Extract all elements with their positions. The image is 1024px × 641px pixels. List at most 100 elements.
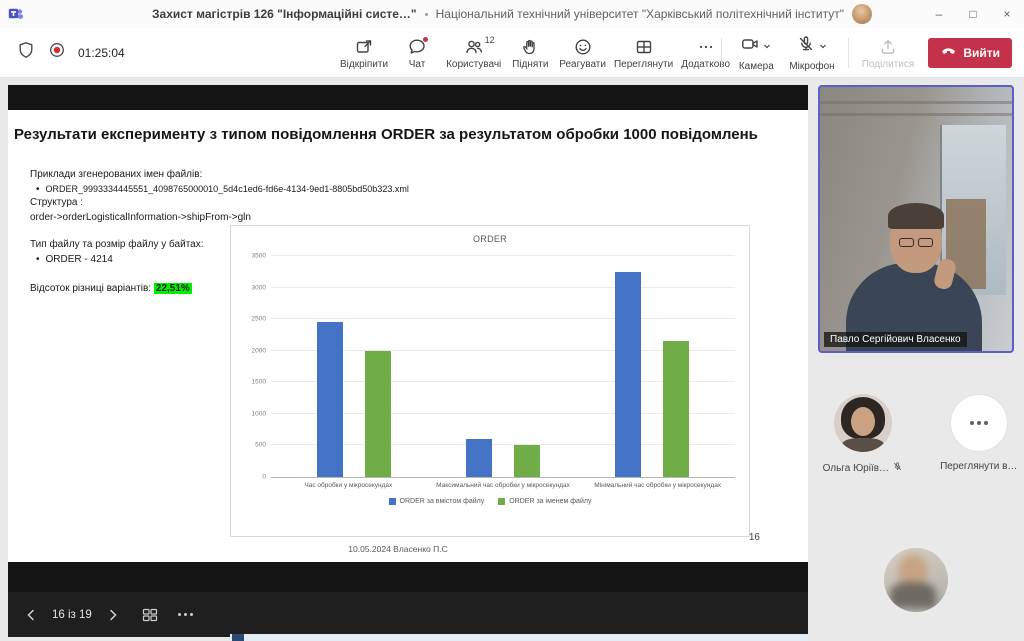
unpin-icon (354, 37, 374, 57)
leave-label: Вийти (963, 46, 1000, 60)
recording-indicator-icon (47, 40, 67, 65)
next-slide-button[interactable] (106, 608, 120, 622)
chart-x-labels: Час обробки у мікросекундахМаксимальний … (271, 482, 735, 489)
react-smiley-icon (573, 37, 593, 57)
microphone-chevron-down-icon[interactable] (818, 38, 828, 56)
unpin-label: Відкріпити (340, 59, 388, 70)
participant-olga[interactable]: Ольга Юріїв… (823, 394, 903, 475)
slide: Результати експерименту з типом повідомл… (8, 110, 808, 562)
presenter-video-tile[interactable]: Павло Сергійович Власенко (818, 85, 1014, 353)
raise-hand-icon (520, 37, 540, 57)
teams-meeting-window: Захист магістрів 126 "Інформаційні систе… (0, 0, 1024, 641)
taskbar-app-chip (232, 634, 244, 641)
more-ellipsis-icon (696, 37, 716, 57)
title-separator-dot (425, 13, 428, 16)
legend-item: ORDER за вмістом файлу (389, 498, 485, 505)
filetype-item: ORDER - 4214 (46, 253, 113, 267)
x-category-label: Мінімальний час обробки у мікросекундах (580, 482, 735, 489)
y-tick-label: 1500 (252, 379, 266, 386)
structure-label: Структура : (30, 196, 460, 210)
presentation-controls-bar: 16 із 19 (8, 592, 808, 637)
unpin-button[interactable]: Відкріпити (336, 30, 392, 76)
shield-icon (16, 40, 36, 65)
chat-button[interactable]: Чат (392, 30, 442, 76)
chart-bar (663, 341, 689, 477)
microphone-muted-icon (796, 34, 816, 59)
chart-title: ORDER (231, 234, 749, 244)
microphone-label: Мікрофон (789, 61, 834, 72)
y-tick-label: 3000 (252, 284, 266, 291)
minimize-button[interactable]: – (922, 0, 956, 28)
slide-page-indicator: 16 із 19 (52, 609, 92, 621)
bullet-glyph: • (36, 183, 40, 197)
profile-avatar[interactable] (852, 4, 872, 24)
self-view-video[interactable] (884, 548, 948, 612)
mic-muted-icon (892, 461, 903, 475)
teams-icon (8, 6, 24, 27)
percent-value-highlight: 22,51% (154, 283, 192, 294)
chat-label: Чат (409, 59, 426, 70)
microphone-button[interactable]: Мікрофон (785, 30, 838, 76)
meeting-title: Захист магістрів 126 "Інформаційні систе… (152, 7, 417, 21)
leave-button[interactable]: Вийти (928, 38, 1012, 68)
title-bar: Захист магістрів 126 "Інформаційні систе… (0, 0, 1024, 28)
presentation-more-options-button[interactable] (178, 613, 193, 616)
hang-up-phone-icon (940, 42, 957, 64)
participant-avatar (834, 394, 892, 452)
participant-overflow[interactable]: Переглянути в… (940, 394, 1017, 475)
chart-bar (365, 351, 391, 477)
camera-label: Камера (739, 61, 774, 72)
example-file-name: ORDER_9993334445551_4098765000010_5d4c1e… (46, 183, 409, 197)
y-tick-label: 2500 (252, 316, 266, 323)
participants-button[interactable]: 12 Користувачі (442, 30, 505, 76)
participants-count-badge: 12 (485, 35, 495, 45)
share-icon (878, 37, 898, 57)
close-button[interactable]: × (990, 0, 1024, 28)
chart-bar (317, 322, 343, 477)
slide-footer: 10.05.2024 Власенко П.С (8, 544, 788, 554)
react-button[interactable]: Реагувати (555, 30, 610, 76)
presenter-video (820, 87, 1012, 351)
chart-bar (514, 445, 540, 477)
camera-icon (740, 34, 760, 59)
more-participants-icon (950, 394, 1008, 452)
y-tick-label: 500 (255, 442, 266, 449)
maximize-button[interactable]: □ (956, 0, 990, 28)
view-button[interactable]: Переглянути (610, 30, 677, 76)
camera-button[interactable]: Камера (731, 30, 781, 76)
percent-label: Відсоток різниці варіантів: (30, 283, 151, 294)
x-category-label: Максимальний час обробки у мікросекундах (426, 482, 581, 489)
shared-screen-stage: Результати експерименту з типом повідомл… (8, 85, 808, 637)
bar-chart: ORDER 0500100015002000250030003500 Час о… (230, 225, 750, 537)
slide-title: Результати експерименту з типом повідомл… (14, 126, 788, 143)
slide-grid-view-button[interactable] (142, 607, 158, 623)
chat-icon (407, 37, 427, 57)
share-button: Поділитися (858, 30, 919, 76)
chart-legend: ORDER за вмістом файлу ORDER за іменем фа… (231, 498, 749, 505)
bullet-glyph: • (36, 253, 40, 267)
participants-icon: 12 (464, 37, 484, 57)
participant-name: Ольга Юріїв… (823, 463, 889, 474)
meeting-toolbar: 01:25:04 Відкріпити Чат 12 (0, 28, 1024, 78)
chart-bar (466, 439, 492, 477)
participants-label: Користувачі (446, 59, 501, 70)
y-tick-label: 1000 (252, 410, 266, 417)
view-label: Переглянути (614, 59, 673, 70)
meeting-timer: 01:25:04 (78, 46, 125, 60)
structure-value: order->orderLogisticalInformation->shipF… (30, 211, 460, 225)
legend-item: ORDER за іменем файлу (498, 498, 591, 505)
raise-hand-label: Підняти (512, 59, 548, 70)
participants-panel: Ольга Юріїв… Переглянути в… (816, 394, 1024, 475)
react-label: Реагувати (559, 59, 606, 70)
previous-slide-button[interactable] (24, 608, 38, 622)
camera-chevron-down-icon[interactable] (762, 38, 772, 56)
view-grid-icon (634, 37, 654, 57)
participant-name: Переглянути в… (940, 461, 1017, 472)
x-category-label: Час обробки у мікросекундах (271, 482, 426, 489)
share-label: Поділитися (862, 59, 915, 70)
y-tick-label: 3500 (252, 253, 266, 260)
raise-hand-button[interactable]: Підняти (505, 30, 555, 76)
chart-bar (615, 272, 641, 477)
toolbar-divider (848, 38, 849, 68)
chat-notification-dot (422, 36, 429, 43)
